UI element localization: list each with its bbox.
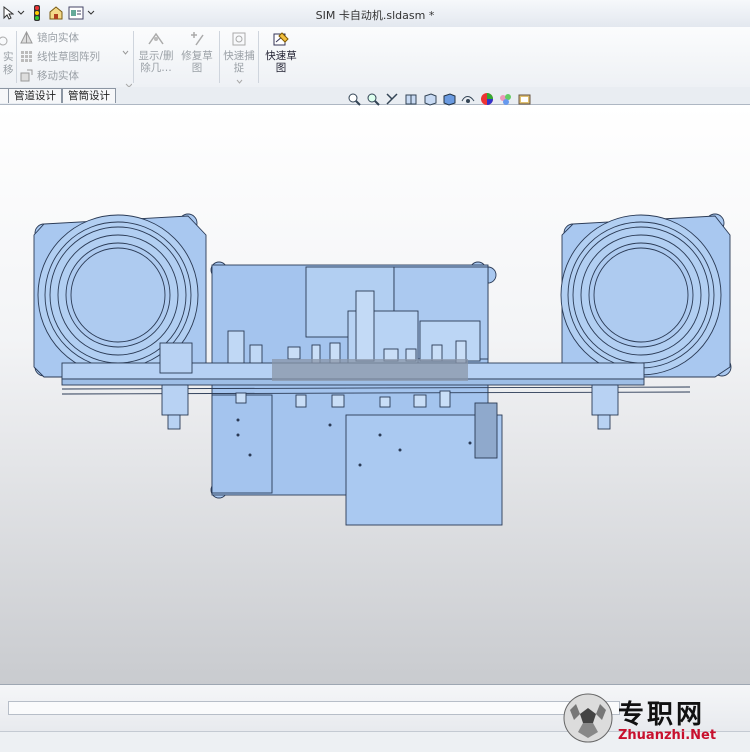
quick-snap-icon [232, 32, 246, 46]
view-settings-icon[interactable] [517, 92, 533, 106]
ribbon-separator [16, 31, 17, 83]
command-ribbon: 实 移 镜向实体 线性草图阵列 移动实体 显示/删 除几… 修复草 图 快速捕 … [0, 27, 750, 88]
mirror-entity-button[interactable]: 镜向实体 [20, 30, 79, 45]
soccer-ball-logo-icon [563, 693, 613, 743]
blurred-region [272, 359, 468, 381]
ribbon-group-pattern: 镜向实体 线性草图阵列 移动实体 [18, 27, 132, 87]
repair-sketch-label-1: 修复草 [181, 50, 213, 62]
edit-appearance-icon[interactable] [479, 92, 495, 106]
show-hide-icon [148, 32, 164, 45]
assembly-model [33, 213, 732, 526]
zoom-to-area-icon[interactable] [365, 92, 381, 106]
chevron-down-icon[interactable] [122, 50, 129, 55]
show-hide-button[interactable]: 显示/删 除几… [136, 31, 176, 74]
watermark-cn-text: 专职网 [618, 700, 706, 730]
mirror-entity-label: 镜向实体 [37, 32, 79, 44]
graphics-viewport[interactable] [0, 105, 750, 684]
show-hide-label-1: 显示/删 [138, 50, 174, 62]
repair-sketch-icon [191, 32, 204, 46]
horizontal-scrollbar[interactable] [8, 701, 620, 715]
mirror-icon [20, 31, 33, 44]
apply-scene-icon[interactable] [498, 92, 514, 106]
display-style-icon[interactable] [441, 92, 457, 106]
quick-snap-label-2: 捉 [233, 62, 245, 74]
ribbon-fragment-icon[interactable] [0, 35, 9, 47]
repair-sketch-button[interactable]: 修复草 图 [178, 31, 216, 74]
tab-tubing[interactable]: 管筒设计 [62, 88, 116, 103]
quick-sketch-icon [273, 32, 289, 46]
repair-sketch-label-2: 图 [191, 62, 203, 74]
previous-view-icon[interactable] [384, 92, 400, 106]
linear-pattern-label: 线性草图阵列 [37, 51, 100, 63]
window-title: SIM 卡自动机.sldasm * [315, 9, 435, 22]
watermark-en-text: Zhuanzhi.Net [618, 728, 717, 743]
quick-sketch-label-1: 快速草 [265, 50, 297, 62]
quick-sketch-button[interactable]: 快速草 图 [261, 31, 301, 74]
quick-snap-button[interactable]: 快速捕 捉 [221, 31, 257, 87]
title-bar: SIM 卡自动机.sldasm * [0, 0, 750, 28]
ribbon-group-footer [4, 79, 133, 88]
linear-pattern-icon [21, 51, 32, 62]
tab-piping[interactable]: 管道设计 [8, 88, 62, 103]
ribbon-fragment-label: 移 [3, 64, 14, 76]
view-toolbar [346, 92, 533, 106]
show-hide-label-2: 除几… [140, 62, 172, 74]
ribbon-group-left: 实 移 [0, 27, 16, 87]
quick-sketch-label-2: 图 [275, 62, 287, 74]
quick-snap-label-1: 快速捕 [223, 50, 255, 62]
ribbon-separator [219, 31, 220, 83]
ribbon-separator [258, 31, 259, 83]
zoom-to-fit-icon[interactable] [346, 92, 362, 106]
chevron-down-icon[interactable] [221, 75, 257, 87]
hide-show-items-icon[interactable] [460, 92, 476, 106]
section-view-icon[interactable] [403, 92, 419, 106]
watermark: 专职网 Zhuanzhi.Net [562, 690, 746, 748]
right-vibratory-feeder[interactable] [560, 213, 732, 378]
view-orientation-icon[interactable] [422, 92, 438, 106]
ribbon-separator [133, 31, 134, 83]
linear-pattern-button[interactable]: 线性草图阵列 [20, 49, 100, 64]
